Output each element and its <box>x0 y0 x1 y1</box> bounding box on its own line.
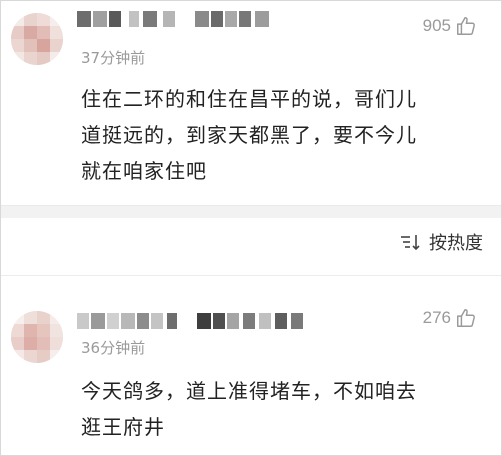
comment-item: 905 37分钟前 住在二环的和住在昌平的说，哥们儿 道挺远的，到家天都黑了，要… <box>1 1 501 201</box>
comment-text: 住在二环的和住在昌平的说，哥们儿 道挺远的，到家天都黑了，要不今儿 就在咱家住吧 <box>81 87 417 183</box>
sort-by-popularity-button[interactable]: 按热度 <box>399 229 483 255</box>
divider-line <box>1 275 501 276</box>
thumbs-up-icon <box>455 15 477 37</box>
comment-timestamp: 36分钟前 <box>81 339 146 357</box>
like-button[interactable]: 905 <box>423 15 477 37</box>
comment-text: 今天鸽多，道上准得堵车，不如咱去 逛王府井 <box>81 379 417 439</box>
section-divider <box>1 205 501 218</box>
thumbs-up-icon <box>455 307 477 329</box>
like-button[interactable]: 276 <box>423 307 477 329</box>
sort-label: 按热度 <box>429 233 483 254</box>
avatar[interactable] <box>11 311 63 363</box>
like-count: 905 <box>422 16 451 35</box>
comment-list: 905 37分钟前 住在二环的和住在昌平的说，哥们儿 道挺远的，到家天都黑了，要… <box>0 0 502 456</box>
comment-timestamp: 37分钟前 <box>81 49 146 67</box>
like-count: 276 <box>422 308 451 327</box>
comment-item: 276 36分钟前 今天鸽多，道上准得堵车，不如咱去 逛王府井 <box>1 297 501 455</box>
sort-icon <box>399 233 421 251</box>
avatar[interactable] <box>11 13 63 65</box>
